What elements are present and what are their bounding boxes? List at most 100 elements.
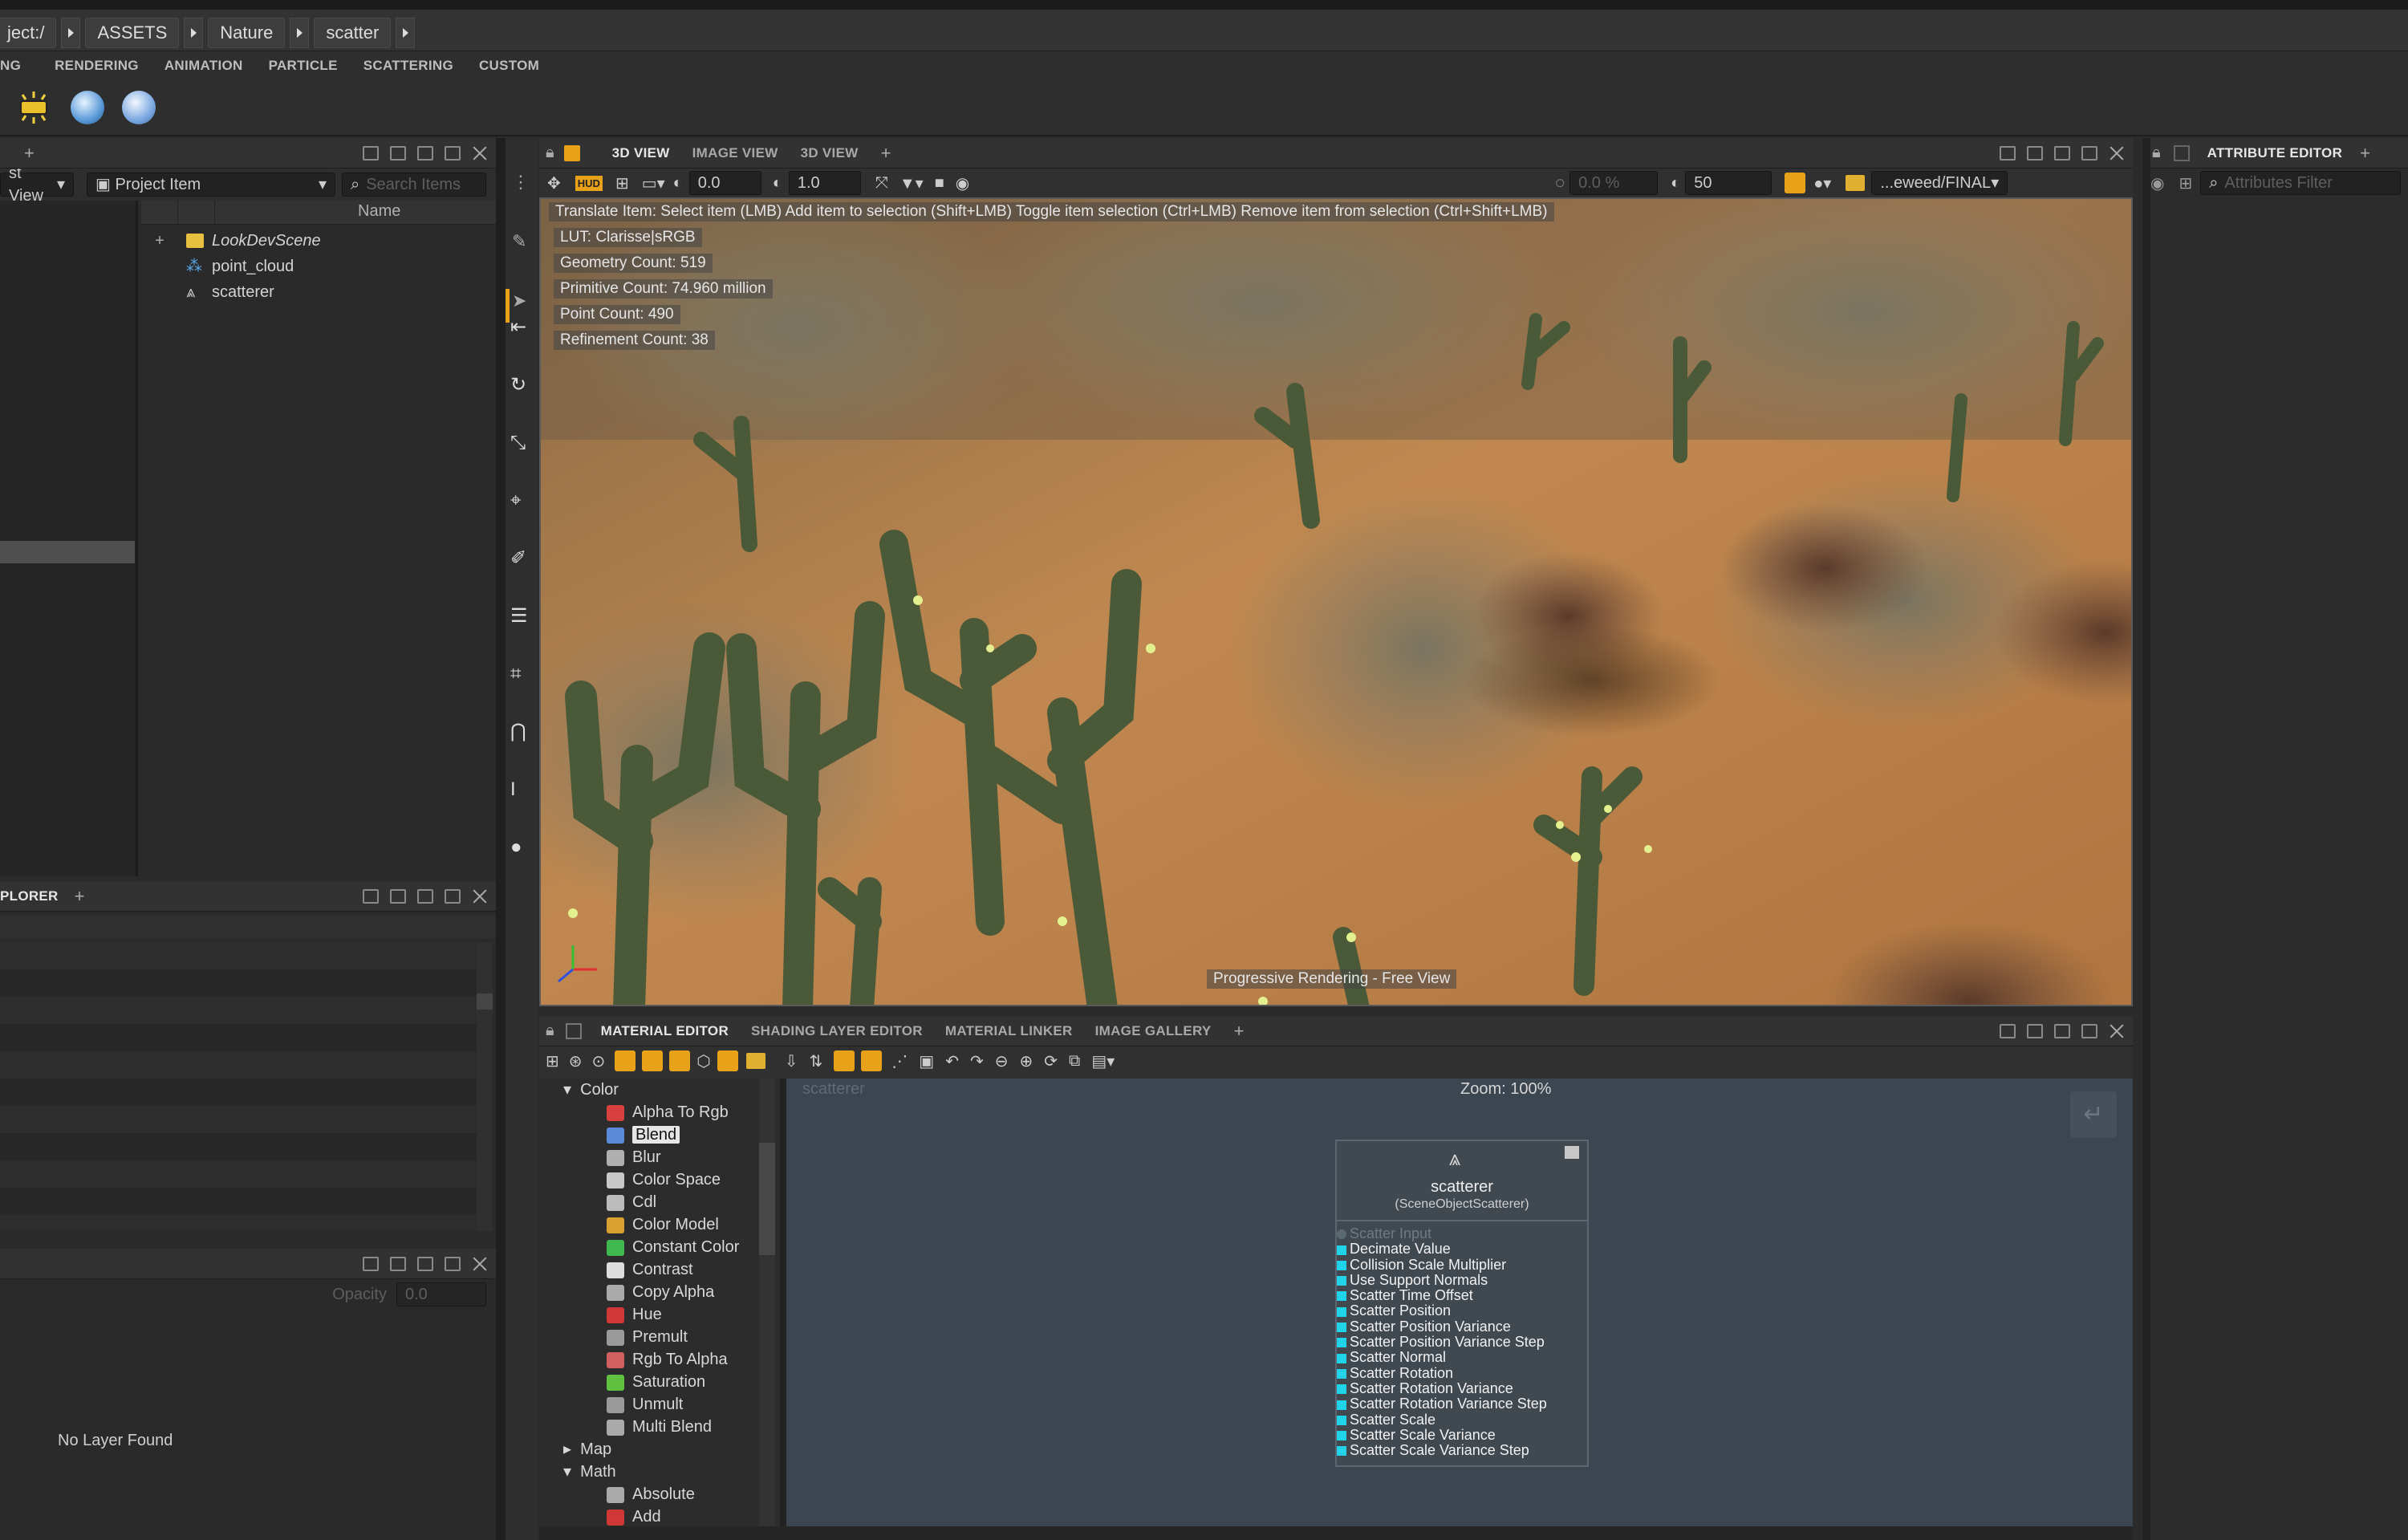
library-item[interactable]: Rgb To Alpha <box>539 1348 780 1371</box>
add-tab-button[interactable]: + <box>2360 143 2370 164</box>
column-name-header[interactable]: Name <box>358 202 400 221</box>
attribute-splitter[interactable] <box>2142 138 2150 1540</box>
breadcrumb-root[interactable]: ject:/ <box>0 18 57 48</box>
layout-grid-icon[interactable] <box>2000 1024 2016 1038</box>
close-icon[interactable] <box>472 889 488 904</box>
library-item[interactable]: Add <box>539 1505 780 1528</box>
node-port[interactable]: Use Support Normals <box>1340 1272 1587 1288</box>
breadcrumb-arrow-icon[interactable] <box>396 18 416 48</box>
filter-funnel-icon[interactable] <box>717 1050 738 1071</box>
return-icon[interactable]: ↵ <box>2070 1091 2117 1138</box>
library-item[interactable]: Copy Alpha <box>539 1281 780 1303</box>
node-port[interactable]: Scatter Time Offset <box>1340 1288 1587 1303</box>
panel-menu-icon[interactable] <box>445 889 461 904</box>
close-icon[interactable] <box>2109 146 2125 161</box>
render-viewport[interactable]: Translate Item: Select item (LMB) Add it… <box>539 197 2133 1006</box>
import-icon[interactable]: ⇩ <box>785 1051 798 1071</box>
layout-menu-icon[interactable]: ▤▾ <box>1091 1051 1115 1071</box>
node-port[interactable]: Scatter Scale Variance <box>1340 1427 1587 1443</box>
visibility-eye-icon[interactable]: ◉ <box>2150 173 2164 193</box>
list-item[interactable]: ⩓ scatterer <box>141 279 496 305</box>
crop-tool-icon[interactable]: ⌗ <box>510 645 528 703</box>
show-materials-icon[interactable] <box>642 1050 664 1071</box>
node-port[interactable]: Scatter Position <box>1340 1303 1587 1319</box>
shelf-tab-custom[interactable]: CUSTOM <box>479 58 539 74</box>
shelf-tab-scattering[interactable]: SCATTERING <box>363 58 453 74</box>
item-type-dropdown[interactable]: ▣ Project Item ▾ <box>87 173 335 197</box>
node-port[interactable]: Scatter Rotation Variance Step <box>1340 1396 1587 1412</box>
library-item[interactable]: Alpha To Rgb <box>539 1101 780 1124</box>
shading-sphere-icon[interactable]: ●▾ <box>1813 173 1831 193</box>
pencil-icon[interactable]: ✎ <box>512 212 538 271</box>
list-item[interactable]: ⁂ point_cloud <box>141 254 496 279</box>
gamma-icon[interactable]: ◐ <box>773 174 782 193</box>
scatterer-node[interactable]: ⩓ scatterer (SceneObjectScatterer) Scatt… <box>1335 1140 1589 1467</box>
refresh-icon[interactable]: ⟳ <box>1044 1051 1058 1071</box>
rotate-tool-icon[interactable]: ↻ <box>510 356 528 414</box>
layout-grid-icon[interactable] <box>2000 146 2016 161</box>
shelf-tab-particle[interactable]: PARTICLE <box>269 58 338 74</box>
magnet-tool-icon[interactable]: ⋂ <box>510 703 528 761</box>
search-items-field[interactable]: ⌕ Search Items <box>342 173 486 197</box>
tab-image-gallery[interactable]: IMAGE GALLERY <box>1095 1023 1212 1039</box>
breadcrumb-arrow-icon[interactable] <box>61 18 81 48</box>
library-item[interactable]: Color Space <box>539 1168 780 1191</box>
expand-plus-icon[interactable]: + <box>141 228 178 254</box>
expand-icon[interactable]: ⊕ <box>1020 1051 1033 1071</box>
scrollbar-thumb[interactable] <box>477 993 493 1010</box>
node-port[interactable]: Scatter Normal <box>1340 1350 1587 1365</box>
layout-grid-icon[interactable] <box>363 146 379 161</box>
add-tab-button[interactable]: + <box>24 143 35 164</box>
node-port[interactable]: Collision Scale Multiplier <box>1340 1257 1587 1273</box>
library-item[interactable]: Blend <box>539 1124 780 1146</box>
viewport-type-icon[interactable] <box>563 144 580 161</box>
camera-icon[interactable]: ■ <box>935 174 944 193</box>
shelf-tab-general[interactable]: NG <box>0 58 21 74</box>
layer-folder-icon[interactable] <box>1846 175 1866 191</box>
show-textures-icon[interactable] <box>615 1050 636 1071</box>
layout-grid-icon[interactable] <box>363 889 379 904</box>
breadcrumb-nature[interactable]: Nature <box>208 18 286 48</box>
close-icon[interactable] <box>2109 1024 2125 1038</box>
node-port[interactable]: Scatter Rotation Variance <box>1340 1380 1587 1396</box>
undo-icon[interactable]: ↶ <box>945 1051 959 1071</box>
display-mode-icon[interactable]: ▭▾ <box>642 173 665 193</box>
library-group-color[interactable]: ▾ Color <box>539 1079 780 1101</box>
filter-icon[interactable]: ▼▾ <box>899 173 924 193</box>
list-item[interactable]: + LookDevScene <box>141 228 496 254</box>
vertical-scrollbar[interactable] <box>759 1079 775 1540</box>
node-port[interactable]: Scatter Rotation <box>1340 1365 1587 1381</box>
redo-icon[interactable]: ↷ <box>970 1051 984 1071</box>
tab-3d-view-2[interactable]: 3D VIEW <box>801 145 859 161</box>
node-input-port[interactable]: Scatter Input <box>1340 1225 1587 1241</box>
node-port[interactable]: Scatter Scale Variance Step <box>1340 1443 1587 1458</box>
node-port[interactable]: Scatter Scale <box>1340 1412 1587 1428</box>
layout-columns-icon[interactable] <box>2054 146 2070 161</box>
node-tools-icon[interactable]: ⊞ <box>546 1051 559 1071</box>
close-icon[interactable] <box>472 146 488 161</box>
light-icon[interactable] <box>16 90 51 125</box>
library-item[interactable]: Cdl <box>539 1191 780 1213</box>
library-group-math[interactable]: ▾ Math <box>539 1461 780 1483</box>
auto-layout-icon[interactable]: ⊛ <box>569 1051 583 1071</box>
library-item[interactable]: Unmult <box>539 1393 780 1416</box>
add-tab-button[interactable]: + <box>75 886 85 907</box>
samples-field[interactable]: 50 <box>1685 171 1772 195</box>
copy-icon[interactable]: ⧉ <box>1069 1052 1080 1071</box>
node-menu-icon[interactable] <box>1565 1146 1579 1159</box>
layout-columns-icon[interactable] <box>417 889 433 904</box>
breadcrumb-arrow-icon[interactable] <box>290 18 310 48</box>
library-item[interactable]: Contrast <box>539 1258 780 1281</box>
open-folder-icon[interactable] <box>745 1053 765 1069</box>
graph-horizontal-scrollbar[interactable] <box>539 1526 2133 1540</box>
layout-grid-icon[interactable] <box>363 1257 379 1271</box>
panel-menu-icon[interactable] <box>2081 1024 2097 1038</box>
library-item[interactable]: Color Model <box>539 1213 780 1236</box>
tab-shading-layer-editor[interactable]: SHADING LAYER EDITOR <box>751 1023 923 1039</box>
node-port[interactable]: Scatter Position Variance Step <box>1340 1334 1587 1350</box>
lock-icon[interactable]: 🔒︎ <box>2152 144 2161 162</box>
fit-view-icon[interactable]: ▣ <box>919 1051 934 1071</box>
grid-display-icon[interactable]: ⊞ <box>615 173 629 193</box>
tab-explorer[interactable]: PLORER <box>0 888 59 904</box>
paint-tool-icon[interactable]: ✐ <box>510 530 528 587</box>
